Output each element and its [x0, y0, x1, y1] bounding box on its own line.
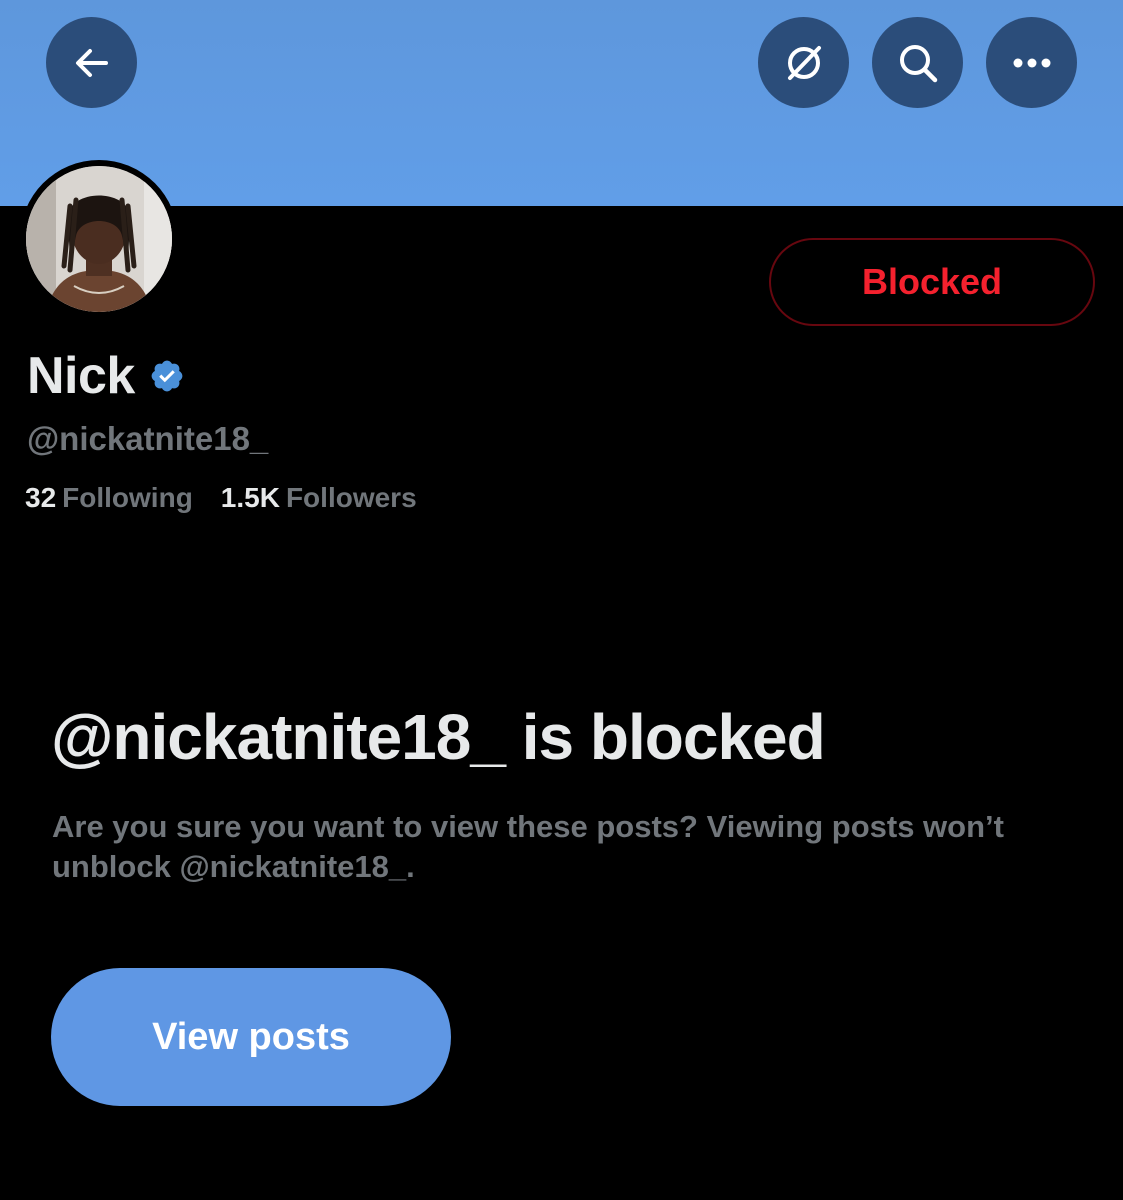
blocked-notice-title: @nickatnite18_ is blocked	[51, 701, 826, 773]
profile-name-row: Nick	[27, 344, 185, 408]
profile-handle: @nickatnite18_	[27, 420, 269, 457]
arrow-left-icon	[75, 48, 108, 77]
profile-photo	[26, 166, 172, 312]
following-label: Following	[62, 482, 193, 513]
profile-name: Nick	[27, 347, 135, 405]
profile-banner	[0, 0, 1123, 206]
followers-label: Followers	[285, 482, 417, 513]
followers-stat[interactable]: 1.5K Followers	[221, 482, 417, 514]
followers-count: 1.5K	[220, 482, 280, 513]
view-posts-button[interactable]: View posts	[51, 968, 451, 1106]
back-button[interactable]	[46, 17, 137, 108]
verified-badge-icon[interactable]	[149, 358, 185, 394]
more-horizontal-icon	[1013, 58, 1050, 67]
grok-icon	[787, 45, 821, 80]
avatar[interactable]	[20, 160, 178, 318]
following-count: 32	[25, 482, 57, 513]
blocked-notice-description: Are you sure you want to view these post…	[52, 809, 1004, 884]
more-button[interactable]	[986, 17, 1077, 108]
blocked-button-label: Blocked	[861, 261, 1003, 302]
view-posts-label: View posts	[152, 1015, 350, 1058]
grok-button[interactable]	[758, 17, 849, 108]
search-icon	[899, 44, 937, 82]
blocked-button[interactable]: Blocked	[769, 238, 1095, 326]
profile-stats: 32 Following 1.5K Followers	[25, 482, 417, 514]
following-stat[interactable]: 32 Following	[25, 482, 193, 514]
search-button[interactable]	[872, 17, 963, 108]
